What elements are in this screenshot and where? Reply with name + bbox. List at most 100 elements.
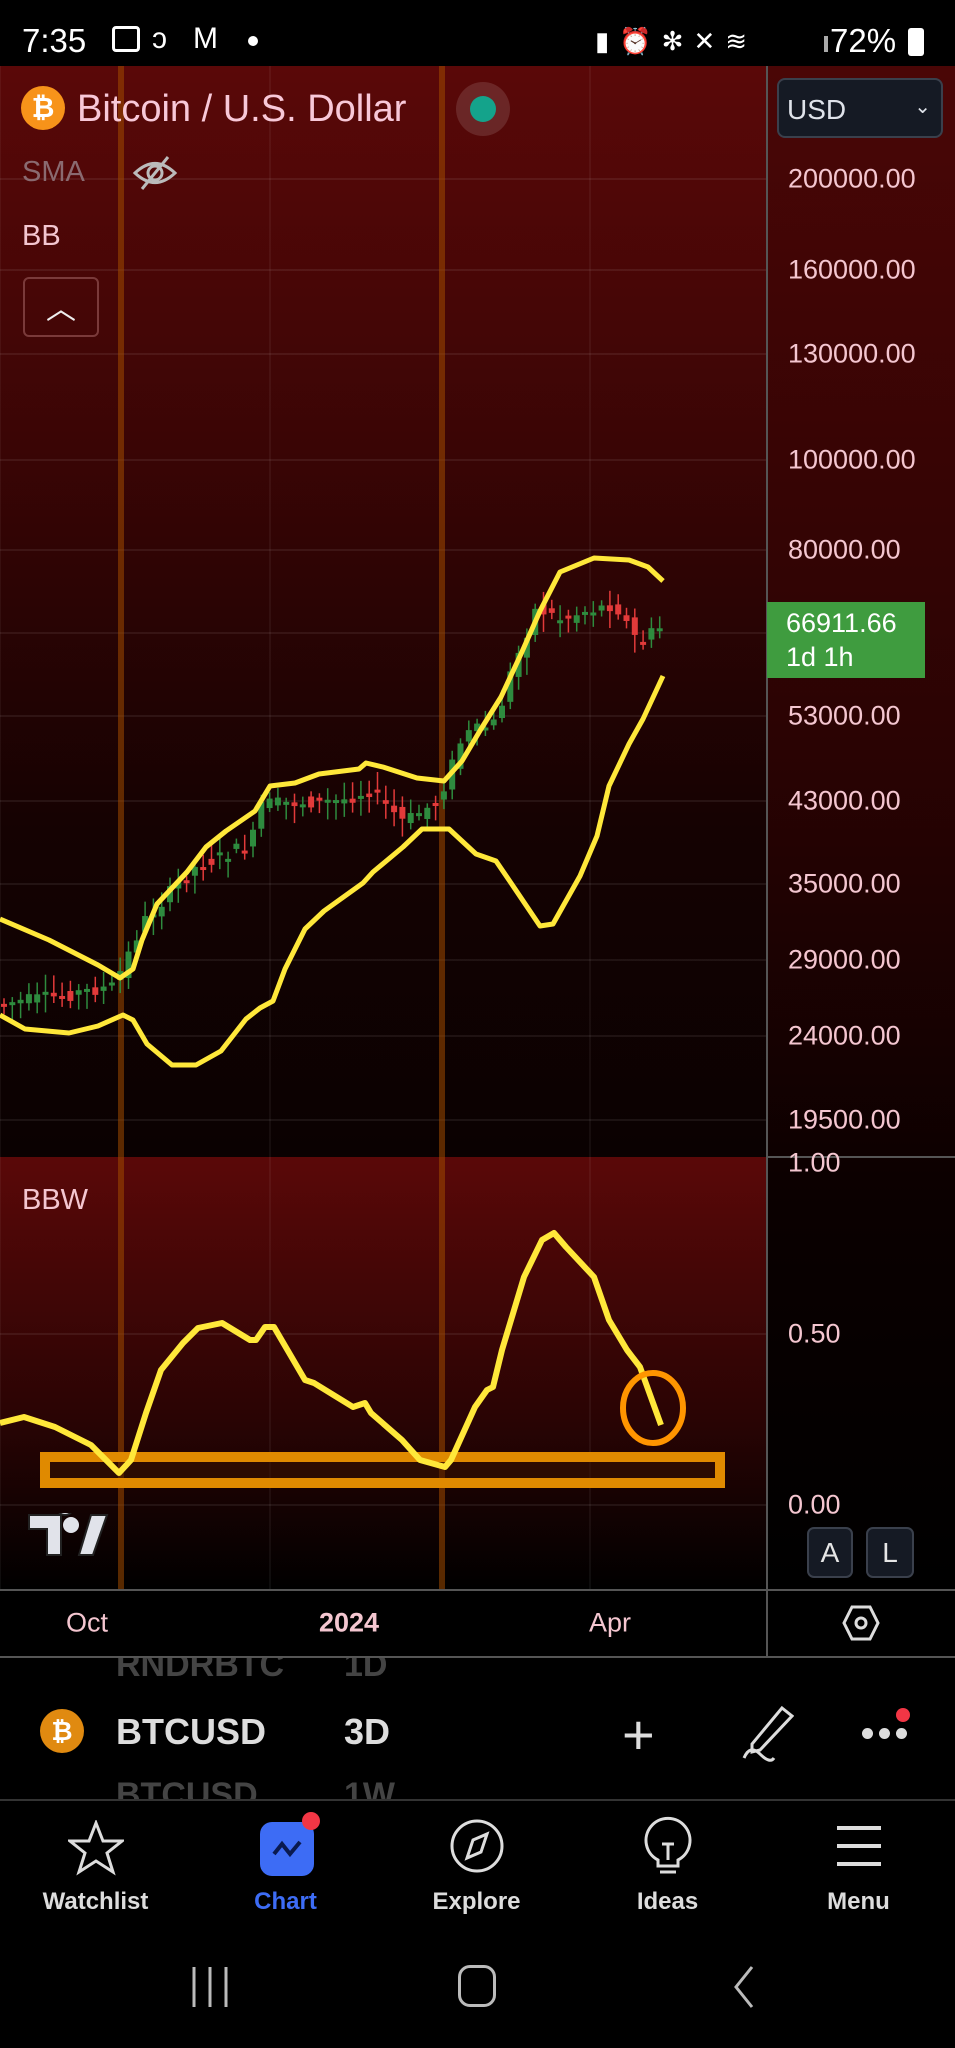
notification-dot — [302, 1812, 320, 1830]
log-scale-button[interactable]: L — [866, 1527, 914, 1578]
symbol-button[interactable]: BTCUSD — [116, 1711, 266, 1753]
candle — [416, 804, 422, 821]
candle — [299, 796, 306, 817]
collapse-indicators-button[interactable]: ︿ — [23, 277, 99, 337]
candle — [291, 793, 298, 824]
candle — [590, 601, 597, 627]
price-label: 200000.00 — [788, 163, 916, 194]
time-label: Oct — [65, 1607, 109, 1638]
chart-settings-icon[interactable] — [842, 1604, 880, 1642]
candle — [391, 789, 398, 827]
battery-icon — [908, 28, 924, 56]
candle — [349, 782, 356, 813]
candle — [9, 997, 16, 1022]
last-price-badge: 66911.66 1d 1h — [767, 602, 925, 678]
lightbulb-icon — [644, 1816, 692, 1874]
symbol-title[interactable]: Bitcoin / U.S. Dollar — [77, 88, 406, 131]
price-label: 29000.00 — [788, 944, 901, 975]
candle — [573, 606, 580, 632]
candle — [648, 617, 655, 648]
chevron-up-icon: ︿ — [46, 293, 76, 326]
indicator-bb[interactable]: BB — [22, 220, 61, 253]
auto-scale-button[interactable]: A — [807, 1527, 853, 1578]
candle — [631, 608, 638, 653]
add-button[interactable]: + — [622, 1702, 655, 1767]
bb-lower-band — [0, 674, 666, 1068]
star-icon — [68, 1820, 124, 1876]
candle — [250, 821, 256, 858]
candle — [92, 976, 99, 1003]
candle — [424, 803, 431, 829]
timeframe-button[interactable]: 3D — [344, 1711, 390, 1753]
bb-upper-band — [0, 555, 665, 981]
price-label: 100000.00 — [788, 444, 916, 475]
candle — [84, 983, 90, 1009]
candle — [324, 788, 331, 820]
candle — [341, 782, 348, 817]
candle — [200, 854, 207, 881]
market-status[interactable] — [456, 82, 510, 136]
vertical-marker-line — [118, 66, 124, 1590]
price-label: 19500.00 — [788, 1104, 901, 1135]
candle — [432, 795, 439, 821]
bbw-axis-label: 0.50 — [788, 1318, 841, 1349]
eye-hidden-icon[interactable] — [132, 154, 178, 192]
nav-ideas[interactable]: Ideas — [572, 1800, 763, 1933]
bbw-label[interactable]: BBW — [22, 1184, 88, 1217]
nav-chart[interactable]: Chart — [190, 1800, 381, 1933]
symbol-bar[interactable]: RNDRBTC 1D ₿ BTCUSD 3D + BTCUSD 1W — [0, 1658, 955, 1800]
candle — [100, 971, 107, 1005]
price-axis[interactable]: 200000.00 160000.00 130000.00 100000.00 … — [766, 66, 955, 1590]
hamburger-menu-icon — [837, 1826, 881, 1866]
candle — [1, 998, 7, 1015]
nav-label: Chart — [254, 1888, 317, 1915]
candle — [606, 590, 613, 629]
home-icon[interactable] — [458, 1965, 496, 2007]
price-label: 43000.00 — [788, 785, 901, 816]
candle — [374, 772, 381, 805]
candle — [308, 791, 315, 813]
candle — [656, 616, 663, 639]
currency-select[interactable]: USD ⌄ — [777, 78, 943, 138]
chart-canvas — [0, 66, 766, 1590]
next-symbol[interactable]: BTCUSD — [116, 1776, 258, 1800]
chevron-down-icon: ⌄ — [914, 96, 931, 118]
price-label: 160000.00 — [788, 254, 916, 285]
indicator-sma[interactable]: SMA — [22, 156, 85, 189]
candle — [233, 838, 240, 854]
price-label: 53000.00 — [788, 700, 901, 731]
price-label: 80000.00 — [788, 534, 901, 565]
candle — [598, 600, 605, 617]
nav-label: Ideas — [636, 1888, 699, 1915]
back-icon[interactable] — [732, 1965, 756, 2009]
chart-icon — [260, 1822, 314, 1876]
candle — [34, 982, 41, 1014]
last-price-value: 66911.66 — [786, 608, 897, 638]
candle — [623, 607, 630, 629]
candle — [42, 974, 49, 1013]
bbw-line — [0, 1230, 664, 1476]
candle — [59, 982, 66, 1007]
nav-menu[interactable]: Menu — [763, 1800, 954, 1933]
prev-timeframe[interactable]: 1D — [344, 1658, 387, 1685]
more-button[interactable] — [862, 1708, 910, 1740]
nav-explore[interactable]: Explore — [381, 1800, 572, 1933]
bar-countdown: 1d 1h — [786, 642, 854, 672]
nav-watchlist[interactable]: Watchlist — [0, 1800, 191, 1933]
candle — [316, 793, 323, 814]
time-label: Apr — [588, 1607, 632, 1638]
candle — [75, 984, 82, 1010]
prev-symbol[interactable]: RNDRBTC — [116, 1658, 284, 1685]
market-open-dot-icon — [470, 96, 496, 122]
grid-lines — [0, 66, 766, 1590]
candle — [50, 975, 57, 1004]
drawing-pencil-icon[interactable] — [740, 1704, 794, 1762]
battery-percent: 72% — [830, 22, 897, 59]
candle — [25, 983, 32, 1011]
bitcoin-icon: ₿ — [40, 1709, 84, 1753]
bitcoin-icon: ₿ — [21, 86, 65, 130]
candle — [241, 834, 248, 860]
recent-apps-icon[interactable] — [190, 1965, 234, 2009]
next-timeframe[interactable]: 1W — [344, 1776, 395, 1800]
compass-icon — [450, 1819, 504, 1873]
